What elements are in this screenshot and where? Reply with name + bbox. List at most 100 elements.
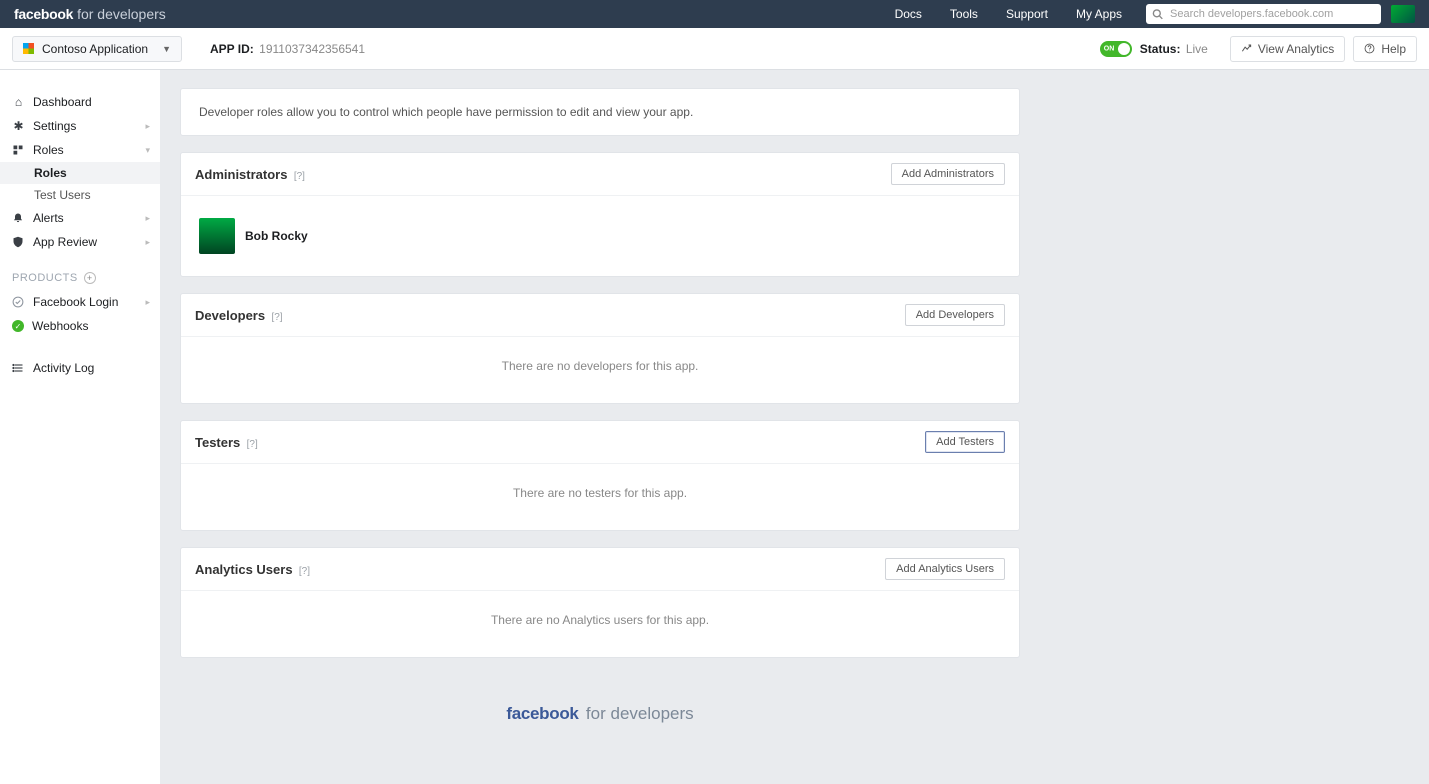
sidebar-item-webhooks[interactable]: ✓ Webhooks: [0, 314, 160, 338]
app-status-toggle[interactable]: ON: [1100, 41, 1132, 57]
toggle-on-label: ON: [1104, 45, 1115, 52]
home-icon: ⌂: [12, 95, 25, 109]
footer-fordevelopers: for developers: [586, 704, 694, 723]
user-avatar[interactable]: [1391, 5, 1415, 23]
brand[interactable]: facebook for developers: [14, 6, 166, 22]
app-selector[interactable]: Contoso Application ▼: [12, 36, 182, 62]
sidebar-item-activity-log[interactable]: Activity Log: [0, 356, 160, 380]
administrators-card: Administrators [?] Add Administrators Bo…: [180, 152, 1020, 277]
chevron-down-icon: ▾: [145, 145, 150, 156]
developers-card: Developers [?] Add Developers There are …: [180, 293, 1020, 404]
nav-tools[interactable]: Tools: [950, 7, 978, 21]
add-testers-button[interactable]: Add Testers: [925, 431, 1005, 453]
app-logo-icon: [23, 43, 34, 54]
intro-text: Developer roles allow you to control whi…: [181, 89, 1019, 135]
nav-support[interactable]: Support: [1006, 7, 1048, 21]
testers-title: Testers: [195, 435, 240, 450]
sidebar-item-app-review[interactable]: App Review ▸: [0, 230, 160, 254]
add-product-button[interactable]: +: [84, 272, 96, 284]
sidebar: ⌂ Dashboard ✱ Settings ▸ Roles ▾ Roles T…: [0, 70, 160, 784]
analytics-icon: [1241, 43, 1252, 54]
help-qmark-icon[interactable]: [?]: [271, 312, 282, 323]
view-analytics-button[interactable]: View Analytics: [1230, 36, 1345, 62]
main-content: Developer roles allow you to control whi…: [160, 70, 1040, 784]
sidebar-label: Webhooks: [32, 319, 88, 333]
help-label: Help: [1381, 42, 1406, 56]
add-analytics-users-label: Add Analytics Users: [896, 563, 994, 575]
add-administrators-button[interactable]: Add Administrators: [891, 163, 1005, 185]
list-icon: [12, 362, 25, 374]
analytics-users-empty: There are no Analytics users for this ap…: [181, 591, 1019, 657]
sidebar-label: Roles: [33, 143, 64, 157]
check-circle-green-icon: ✓: [12, 320, 24, 332]
app-status: Status: Live: [1140, 42, 1208, 56]
search-input[interactable]: [1146, 4, 1381, 24]
add-developers-label: Add Developers: [916, 309, 994, 321]
gear-icon: ✱: [12, 119, 25, 133]
developers-title: Developers: [195, 308, 265, 323]
app-id: APP ID: 1911037342356541: [210, 42, 365, 56]
sidebar-label: Activity Log: [33, 361, 94, 375]
chevron-right-icon: ▸: [145, 297, 150, 308]
footer-facebook: facebook: [506, 704, 578, 723]
sidebar-label: Settings: [33, 119, 76, 133]
nav-docs[interactable]: Docs: [895, 7, 922, 21]
help-qmark-icon[interactable]: [?]: [247, 439, 258, 450]
search-icon: [1152, 9, 1163, 20]
sidebar-item-facebook-login[interactable]: Facebook Login ▸: [0, 290, 160, 314]
check-circle-icon: [12, 296, 25, 308]
sidebar-label: App Review: [33, 235, 97, 249]
admin-user-row[interactable]: Bob Rocky: [195, 210, 1005, 262]
testers-card: Testers [?] Add Testers There are no tes…: [180, 420, 1020, 531]
sidebar-label: Facebook Login: [33, 295, 118, 309]
help-icon: [1364, 43, 1375, 54]
chevron-down-icon: ▼: [162, 44, 171, 54]
sidebar-subitem-roles[interactable]: Roles: [0, 162, 160, 184]
analytics-users-card: Analytics Users [?] Add Analytics Users …: [180, 547, 1020, 658]
admin-user-name: Bob Rocky: [245, 229, 308, 243]
bell-icon: [12, 212, 25, 224]
brand-facebook: facebook: [14, 6, 73, 22]
help-qmark-icon[interactable]: [?]: [299, 566, 310, 577]
app-selector-name: Contoso Application: [42, 42, 148, 56]
status-value: Live: [1186, 42, 1208, 56]
footer-brand: facebook for developers: [180, 674, 1020, 744]
sidebar-sub-label: Roles: [34, 166, 67, 180]
chevron-right-icon: ▸: [145, 121, 150, 132]
sidebar-subitem-test-users[interactable]: Test Users: [0, 184, 160, 206]
nav-myapps[interactable]: My Apps: [1076, 7, 1122, 21]
sidebar-sub-label: Test Users: [34, 188, 91, 202]
sidebar-item-roles[interactable]: Roles ▾: [0, 138, 160, 162]
sidebar-label: Alerts: [33, 211, 64, 225]
app-id-value: 1911037342356541: [259, 42, 365, 56]
testers-empty: There are no testers for this app.: [181, 464, 1019, 530]
sidebar-section-products: PRODUCTS +: [0, 254, 160, 290]
app-id-label: APP ID:: [210, 42, 254, 56]
chevron-right-icon: ▸: [145, 213, 150, 224]
products-label: PRODUCTS: [12, 272, 78, 284]
add-analytics-users-button[interactable]: Add Analytics Users: [885, 558, 1005, 580]
brand-fordevelopers: for developers: [77, 6, 166, 22]
sidebar-item-dashboard[interactable]: ⌂ Dashboard: [0, 90, 160, 114]
add-testers-label: Add Testers: [936, 436, 994, 448]
help-button[interactable]: Help: [1353, 36, 1417, 62]
administrators-title: Administrators: [195, 167, 287, 182]
intro-card: Developer roles allow you to control whi…: [180, 88, 1020, 136]
view-analytics-label: View Analytics: [1258, 42, 1334, 56]
toggle-knob: [1118, 43, 1130, 55]
add-administrators-label: Add Administrators: [902, 168, 994, 180]
sidebar-item-settings[interactable]: ✱ Settings ▸: [0, 114, 160, 138]
analytics-users-title: Analytics Users: [195, 562, 293, 577]
user-avatar-icon: [199, 218, 235, 254]
help-qmark-icon[interactable]: [?]: [294, 171, 305, 182]
chevron-right-icon: ▸: [145, 237, 150, 248]
add-developers-button[interactable]: Add Developers: [905, 304, 1005, 326]
app-subheader: Contoso Application ▼ APP ID: 1911037342…: [0, 28, 1429, 70]
status-label: Status:: [1140, 42, 1181, 56]
developers-empty: There are no developers for this app.: [181, 337, 1019, 403]
sidebar-item-alerts[interactable]: Alerts ▸: [0, 206, 160, 230]
global-topnav: facebook for developers Docs Tools Suppo…: [0, 0, 1429, 28]
roles-icon: [12, 144, 25, 156]
search-container: [1146, 4, 1381, 24]
sidebar-label: Dashboard: [33, 95, 92, 109]
